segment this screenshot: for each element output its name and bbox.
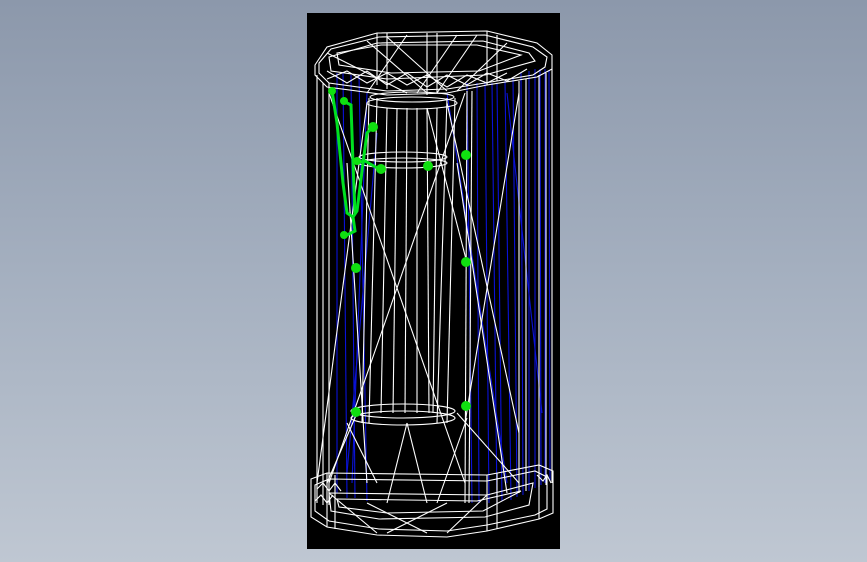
graphics-viewport[interactable] <box>0 0 867 562</box>
wireframe-model-icon <box>310 30 554 538</box>
hidden-lines <box>336 68 551 504</box>
model-canvas[interactable] <box>307 13 560 549</box>
